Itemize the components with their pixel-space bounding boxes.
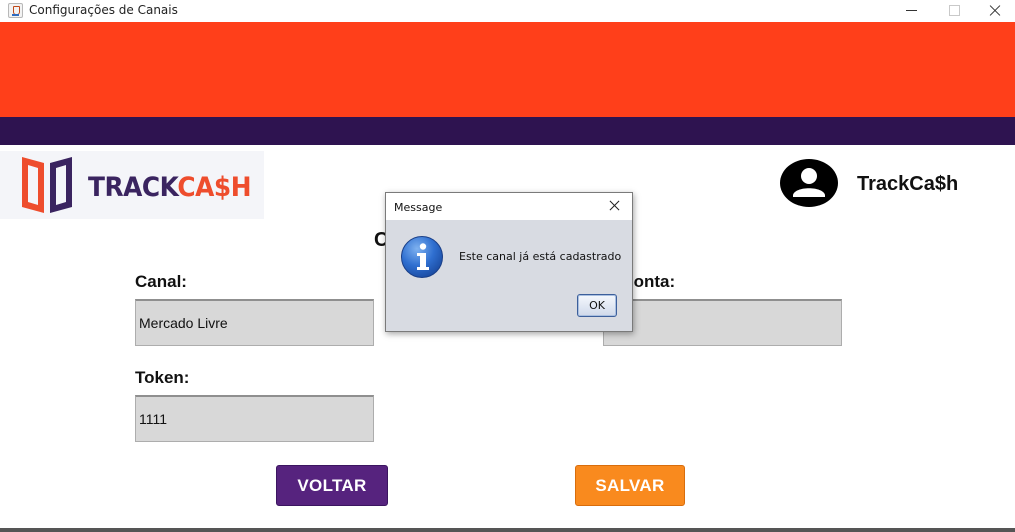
conta-input[interactable]: 1 [603,299,842,346]
voltar-button[interactable]: VOLTAR [276,465,388,506]
token-input[interactable]: 1111 [135,395,374,442]
window-titlebar: Configurações de Canais [0,0,1015,22]
user-name: TrackCa$h [857,173,959,195]
token-label: Token: [135,368,190,387]
dialog-titlebar: Message [386,193,632,220]
logo-text-cash: CA$H [177,172,252,203]
trackcash-logo: TRACKCA$H [0,151,264,219]
header-orange-banner [0,22,1015,117]
message-dialog: Message Este canal já está cadastrado OK [385,192,633,332]
user-avatar-icon[interactable] [779,158,839,208]
header-purple-banner [0,117,1015,145]
maximize-icon[interactable] [931,0,977,22]
bottom-edge [0,528,1015,532]
info-icon [401,236,443,278]
dialog-close-icon[interactable] [606,198,624,214]
dialog-title: Message [394,201,443,214]
window-title: Configurações de Canais [29,3,178,17]
salvar-button[interactable]: SALVAR [575,465,685,506]
logo-text-track: TRACK [88,172,178,203]
dialog-message: Este canal já está cadastrado [459,250,622,263]
canal-input[interactable]: Mercado Livre [135,299,374,346]
logo-door-icon [22,157,72,213]
canal-label: Canal: [135,272,187,291]
java-app-icon [8,3,23,18]
minimize-icon[interactable] [888,0,934,22]
ok-button[interactable]: OK [577,294,617,317]
logo-wordmark: TRACKCA$H [88,172,252,203]
close-icon[interactable] [973,0,1015,22]
